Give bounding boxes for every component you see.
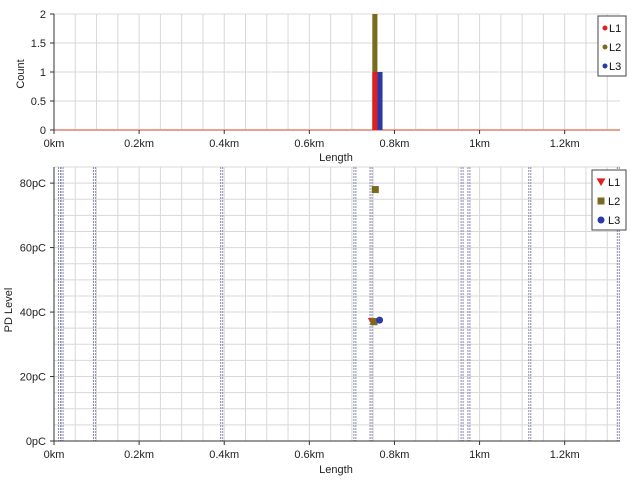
bottom-legend-marker-l2 [597, 197, 605, 205]
top-legend: L1 L2 L3 [597, 15, 627, 77]
bottom-y-tick-label: 60pC [20, 243, 46, 255]
histogram-bar-l3 [377, 72, 383, 130]
top-y-tick-label: 0.5 [31, 96, 46, 108]
bottom-x-tick-label: 0.8km [379, 449, 409, 461]
top-legend-label: L2 [609, 42, 621, 54]
top-x-tick-label: 1.2km [550, 138, 580, 150]
top-y-axis-label: Count [15, 59, 27, 88]
bottom-x-tick-label: 1km [469, 449, 490, 461]
top-x-tick-labels: 0km 0.2km 0.4km 0.6km 0.8km 1km 1.2km [44, 130, 580, 150]
bottom-x-tick-label: 0.6km [294, 449, 324, 461]
bottom-y-tick-labels: 0pC 20pC 40pC 60pC 80pC [20, 178, 54, 448]
pd-point-l3 [376, 316, 384, 324]
bottom-y-axis-label: PD Level [3, 288, 15, 333]
bottom-legend-label: L1 [608, 177, 620, 189]
top-y-tick-label: 2 [40, 9, 46, 21]
top-legend-label: L3 [609, 61, 621, 73]
top-y-tick-label: 1 [40, 67, 46, 79]
bottom-legend-marker-l3 [597, 216, 605, 224]
top-x-axis-label: Length [319, 152, 353, 164]
bottom-x-tick-label: 0.2km [124, 449, 154, 461]
top-x-tick-label: 0.4km [209, 138, 239, 150]
top-legend-dot-l1 [602, 25, 608, 31]
top-bars [372, 14, 383, 130]
pd-point-l2 [371, 186, 379, 194]
bottom-x-tick-label: 0km [44, 449, 65, 461]
bottom-y-tick-label: 80pC [20, 178, 46, 190]
bottom-x-tick-label: 0.4km [209, 449, 239, 461]
bottom-x-tick-labels: 0km 0.2km 0.4km 0.6km 0.8km 1km 1.2km [44, 441, 580, 461]
histogram-bar-l1 [372, 72, 378, 130]
top-x-tick-label: 0.6km [294, 138, 324, 150]
top-y-tick-label: 1.5 [31, 38, 46, 50]
bottom-legend-label: L2 [608, 196, 620, 208]
top-x-tick-label: 0.8km [379, 138, 409, 150]
top-grid [53, 13, 620, 131]
top-y-tick-label: 0 [40, 125, 46, 137]
bottom-vertical-lines [58, 167, 620, 441]
pd-level-scatter: 0km 0.2km 0.4km 0.6km 0.8km 1km 1.2km 0pC 20pC 4… [3, 166, 627, 476]
top-x-tick-label: 0.2km [124, 138, 154, 150]
top-legend-dot-l3 [602, 63, 608, 69]
bottom-y-tick-label: 20pC [20, 372, 46, 384]
top-x-tick-label: 0km [44, 138, 65, 150]
bottom-y-tick-label: 0pC [26, 436, 46, 448]
pd-charts: 0km 0.2km 0.4km 0.6km 0.8km 1km 1.2km 0 0.5 1 1.5… [3, 9, 627, 476]
bottom-x-tick-label: 1.2km [550, 449, 580, 461]
top-y-tick-labels: 0 0.5 1 1.5 2 [31, 9, 54, 137]
bottom-y-tick-label: 40pC [20, 307, 46, 319]
count-histogram: 0km 0.2km 0.4km 0.6km 0.8km 1km 1.2km 0 0.5 1 1.5… [15, 9, 627, 164]
bottom-x-axis-label: Length [319, 464, 353, 476]
bottom-legend-label: L3 [608, 215, 620, 227]
bottom-legend: L1 L2 L3 [591, 169, 627, 231]
top-legend-dot-l2 [602, 44, 608, 50]
top-x-tick-label: 1km [469, 138, 490, 150]
bottom-grid [53, 166, 620, 442]
top-legend-label: L1 [609, 23, 621, 35]
